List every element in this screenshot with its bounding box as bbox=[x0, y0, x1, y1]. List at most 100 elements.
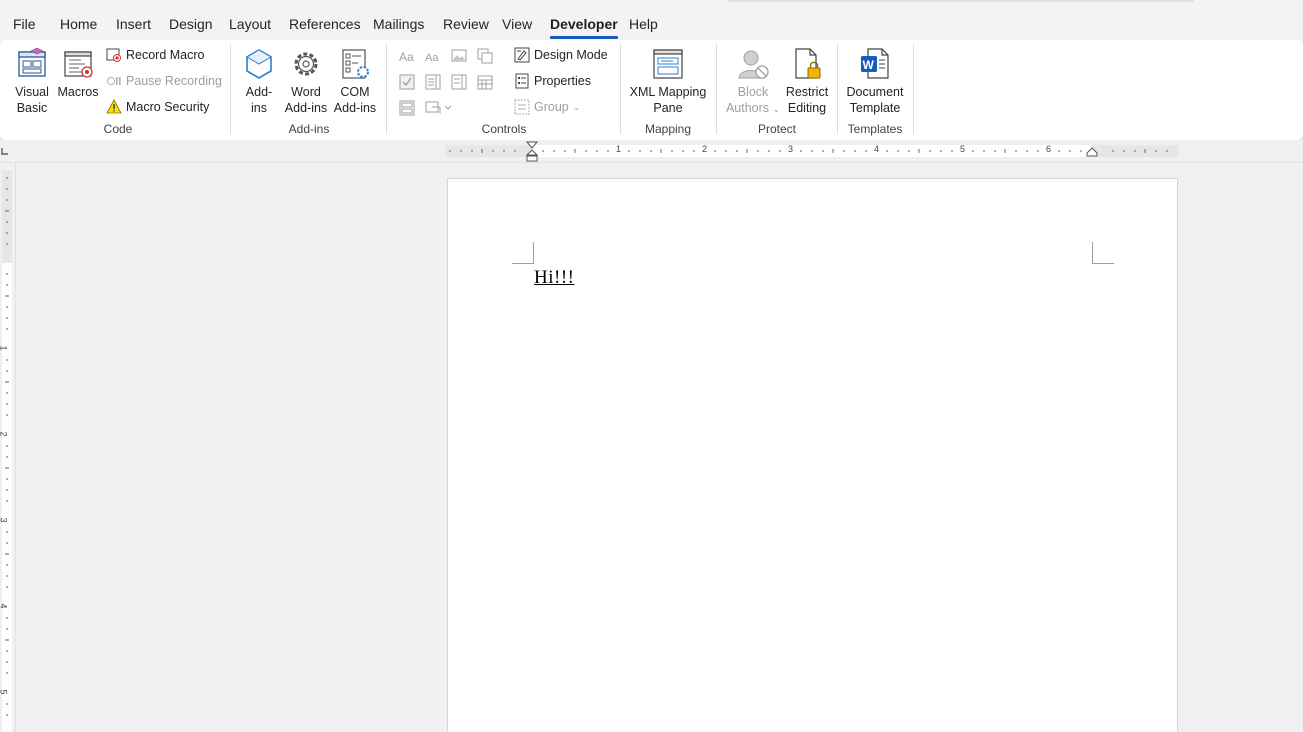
group-separator bbox=[620, 44, 621, 134]
crop-mark bbox=[1092, 242, 1114, 264]
group-separator bbox=[837, 44, 838, 134]
group-label-add-ins: Add-ins bbox=[288, 122, 330, 136]
tab-home[interactable]: Home bbox=[60, 16, 97, 32]
ruler-number: 3 bbox=[0, 517, 9, 522]
restrict-editing-label-1: Restrict bbox=[785, 85, 829, 99]
ribbon: Visual Basic Macros Record Macro Pause R… bbox=[0, 40, 1303, 140]
lock-document-icon bbox=[795, 48, 821, 79]
tab-selector-icon[interactable] bbox=[0, 146, 10, 156]
drop-down-list-control-icon[interactable] bbox=[450, 73, 468, 91]
add-ins-label-2: ins bbox=[251, 101, 267, 115]
tab-review[interactable]: Review bbox=[443, 16, 489, 32]
document-page[interactable]: Hi!!! bbox=[447, 178, 1178, 732]
add-ins-label-1: Add- bbox=[245, 85, 273, 99]
xml-mapping-icon bbox=[653, 49, 683, 79]
tab-developer[interactable]: Developer bbox=[550, 16, 618, 39]
legacy-tools-icon[interactable] bbox=[424, 99, 456, 117]
document-template-button[interactable]: W Document Template bbox=[843, 46, 907, 116]
picture-control-icon[interactable] bbox=[450, 47, 468, 65]
design-mode-icon bbox=[514, 47, 530, 63]
visual-basic-button[interactable]: Visual Basic bbox=[10, 46, 54, 116]
design-mode-label: Design Mode bbox=[534, 48, 608, 62]
word-add-ins-label-1: Word bbox=[291, 85, 321, 99]
ruler-number: 2 bbox=[702, 144, 708, 154]
svg-text:W: W bbox=[863, 58, 875, 72]
com-add-ins-icon bbox=[342, 49, 369, 79]
vertical-ruler-ticks bbox=[5, 177, 9, 716]
tab-help[interactable]: Help bbox=[629, 16, 658, 32]
checkbox-control-icon[interactable] bbox=[398, 73, 416, 91]
xml-mapping-pane-button[interactable]: XML Mapping Pane bbox=[626, 46, 710, 116]
visual-basic-label-1: Visual bbox=[15, 85, 49, 99]
add-ins-icon bbox=[246, 49, 272, 79]
tab-design[interactable]: Design bbox=[169, 16, 213, 32]
right-indent-marker-icon[interactable] bbox=[1086, 147, 1098, 157]
tab-view[interactable]: View bbox=[502, 16, 532, 32]
ruler-number: 3 bbox=[788, 144, 794, 154]
block-authors-button[interactable]: Block Authors ⌄ bbox=[724, 46, 782, 117]
rich-text-control-icon[interactable]: Aa bbox=[398, 47, 416, 65]
group-label-protect: Protect bbox=[757, 122, 796, 136]
ruler-number: 5 bbox=[960, 144, 966, 154]
pause-recording-icon bbox=[107, 77, 121, 85]
chevron-down-icon: ⌄ bbox=[772, 104, 781, 114]
xml-mapping-label-2: Pane bbox=[653, 101, 683, 115]
tab-references[interactable]: References bbox=[289, 16, 361, 32]
record-macro-label: Record Macro bbox=[126, 48, 205, 62]
plain-text-control-icon[interactable]: Aa bbox=[424, 47, 442, 65]
properties-label: Properties bbox=[534, 74, 591, 88]
repeating-section-control-icon[interactable] bbox=[398, 99, 416, 117]
macro-security-label: Macro Security bbox=[126, 100, 210, 114]
title-strip bbox=[728, 0, 1194, 2]
group-label: Group bbox=[534, 100, 569, 114]
group-separator bbox=[716, 44, 717, 134]
xml-mapping-label-1: XML Mapping bbox=[629, 85, 707, 99]
warning-icon bbox=[106, 99, 122, 114]
word-add-ins-button[interactable]: Word Add-ins bbox=[282, 46, 330, 116]
menu-bar: File Home Insert Design Layout Reference… bbox=[0, 0, 1303, 40]
building-block-control-icon[interactable] bbox=[476, 47, 494, 65]
tab-insert[interactable]: Insert bbox=[116, 16, 151, 32]
macro-security-button[interactable]: Macro Security bbox=[106, 99, 209, 115]
tab-file[interactable]: File bbox=[13, 16, 36, 32]
tab-mailings[interactable]: Mailings bbox=[373, 16, 424, 32]
macros-icon bbox=[64, 51, 93, 78]
document-template-label-2: Template bbox=[849, 101, 901, 115]
group-label-templates: Templates bbox=[847, 122, 903, 136]
ruler-number: 6 bbox=[1046, 144, 1052, 154]
ruler-number: 1 bbox=[0, 345, 9, 350]
com-add-ins-label-1: COM bbox=[340, 85, 370, 99]
ruler-number: 2 bbox=[0, 431, 9, 436]
properties-button[interactable]: Properties bbox=[514, 73, 591, 89]
design-mode-button[interactable]: Design Mode bbox=[514, 47, 608, 63]
group-icon bbox=[514, 99, 530, 115]
restrict-editing-label-2: Editing bbox=[787, 101, 827, 115]
svg-text:Aa: Aa bbox=[425, 52, 439, 64]
pause-recording-button[interactable]: Pause Recording bbox=[106, 73, 222, 89]
ruler-number: 4 bbox=[0, 603, 9, 608]
add-ins-button[interactable]: Add- ins bbox=[238, 46, 280, 116]
indent-marker-icon[interactable] bbox=[526, 141, 538, 163]
combo-box-control-icon[interactable] bbox=[424, 73, 442, 91]
ruler-number: 1 bbox=[616, 144, 622, 154]
record-macro-button[interactable]: Record Macro bbox=[106, 47, 205, 63]
visual-basic-icon bbox=[18, 47, 46, 77]
ruler-ticks bbox=[449, 149, 1168, 153]
properties-icon bbox=[515, 73, 529, 89]
com-add-ins-label-2: Add-ins bbox=[333, 101, 377, 115]
group-separator bbox=[913, 44, 914, 134]
record-macro-icon bbox=[106, 48, 121, 62]
restrict-editing-button[interactable]: Restrict Editing bbox=[782, 46, 832, 116]
group-label-controls: Controls bbox=[481, 122, 527, 136]
ruler-number: 4 bbox=[874, 144, 880, 154]
com-add-ins-button[interactable]: COM Add-ins bbox=[332, 46, 378, 116]
macros-button[interactable]: Macros bbox=[56, 46, 100, 100]
group-label-mapping: Mapping bbox=[644, 122, 692, 136]
date-picker-control-icon[interactable] bbox=[476, 73, 494, 91]
chevron-down-icon: ⌄ bbox=[572, 101, 581, 112]
group-separator bbox=[386, 44, 387, 134]
block-authors-label-2: Authors bbox=[725, 101, 770, 115]
tab-layout[interactable]: Layout bbox=[229, 16, 271, 32]
group-button[interactable]: Group ⌄ bbox=[514, 99, 580, 115]
document-text[interactable]: Hi!!! bbox=[534, 267, 574, 289]
